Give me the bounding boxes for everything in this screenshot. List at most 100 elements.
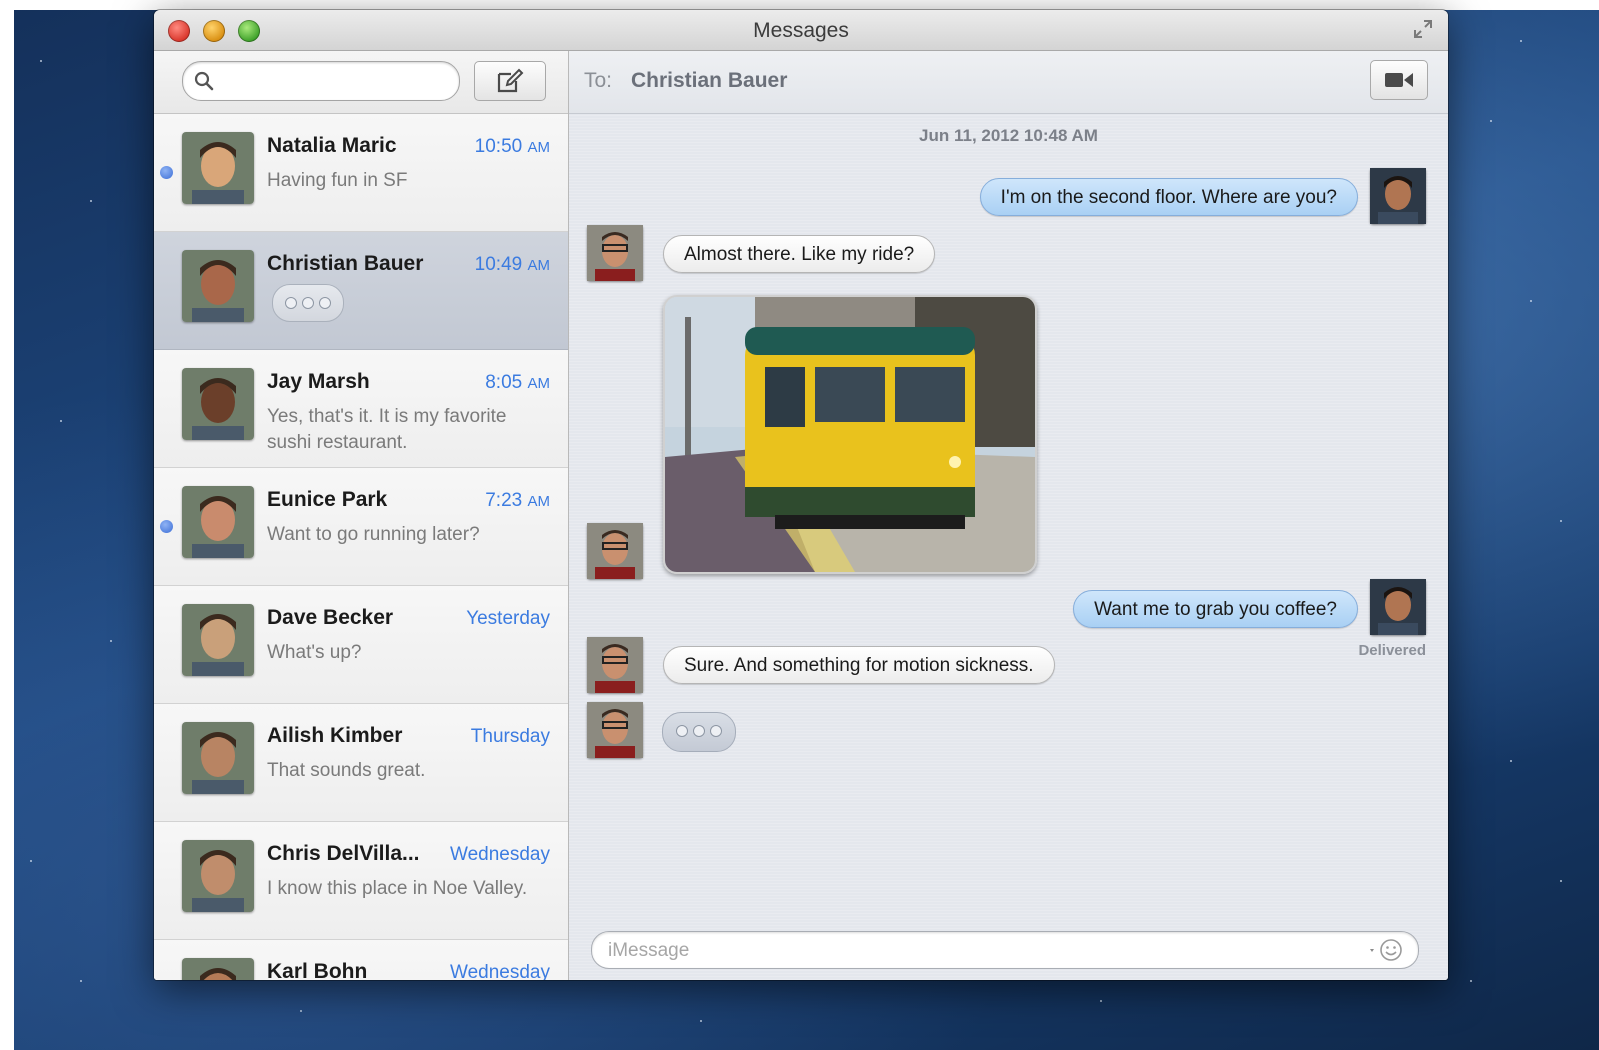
- typing-dot: [319, 297, 331, 309]
- video-call-button[interactable]: [1370, 60, 1428, 100]
- time-value: Thursday: [470, 726, 550, 747]
- new-message-button[interactable]: [474, 61, 546, 101]
- conversation-item[interactable]: Eunice Park 7:23 AM Want to go running lat…: [154, 468, 568, 586]
- messages-window: Messages Natalia Maric10:50 AMHaving f: [154, 10, 1448, 980]
- contact-avatar: [587, 225, 643, 283]
- photo-message-streetcar[interactable]: [663, 295, 1037, 574]
- conversation-sidebar: Natalia Maric 10:50 AM Having fun in SF Chr…: [154, 51, 569, 980]
- contact-avatar: [182, 486, 254, 558]
- conversation-preview: What's up?: [267, 642, 362, 663]
- wallpaper-star: [1100, 1000, 1102, 1002]
- unread-indicator: [160, 166, 173, 179]
- contact-avatar: [182, 368, 254, 440]
- wallpaper-star: [1530, 300, 1532, 302]
- wallpaper-star: [1560, 520, 1562, 522]
- title-bar[interactable]: Messages: [154, 10, 1448, 51]
- contact-avatar: [182, 840, 254, 912]
- time-ampm: AM: [527, 139, 551, 156]
- outgoing-message-bubble[interactable]: I'm on the second floor. Where are you?: [979, 178, 1358, 216]
- conversation-item[interactable]: Christian Bauer 10:49 AM: [154, 232, 568, 350]
- conversation-name: Chris DelVilla...: [267, 842, 420, 865]
- incoming-message-bubble[interactable]: Almost there. Like my ride?: [663, 235, 936, 273]
- time-value: Yesterday: [466, 608, 550, 629]
- conversation-item[interactable]: Chris DelVilla... Wednesday I know this pl…: [154, 822, 568, 940]
- contact-avatar: [182, 132, 254, 204]
- typing-dot: [710, 725, 722, 737]
- conversation-time: Yesterday: [466, 608, 550, 630]
- conversation-item[interactable]: Jay Marsh 8:05 AM Yes, that's it. It is my…: [154, 350, 568, 468]
- wallpaper-star: [30, 860, 32, 862]
- to-label: To:: [584, 69, 613, 92]
- contact-avatar: [182, 958, 254, 980]
- time-value: Wednesday: [450, 962, 550, 980]
- wallpaper-star: [1510, 760, 1512, 762]
- fullscreen-icon[interactable]: [1412, 18, 1434, 40]
- conversation-name: Natalia Maric: [267, 134, 397, 157]
- conversation-item[interactable]: Ailish Kimber Thursday That sounds great.: [154, 704, 568, 822]
- emoji-icon[interactable]: [1366, 937, 1406, 963]
- contact-avatar: [587, 637, 643, 695]
- wallpaper-star: [1560, 880, 1562, 882]
- typing-dot: [302, 297, 314, 309]
- typing-indicator: [662, 712, 736, 752]
- my-avatar: [1370, 579, 1426, 637]
- message-timestamp: Jun 11, 2012 10:48 AM: [919, 126, 1098, 145]
- time-ampm: AM: [527, 493, 551, 510]
- conversation-item[interactable]: Dave Becker Yesterday What's up?: [154, 586, 568, 704]
- wallpaper-star: [60, 420, 62, 422]
- sidebar-toolbar: [154, 51, 568, 114]
- time-value: 10:50: [474, 136, 523, 157]
- time-ampm: AM: [527, 257, 551, 274]
- conversation-time: Thursday: [471, 726, 550, 748]
- message-input[interactable]: [606, 937, 1350, 965]
- my-avatar: [1370, 168, 1426, 226]
- recipient-field[interactable]: Christian Bauer: [631, 69, 787, 93]
- unread-indicator: [160, 520, 173, 533]
- conversation-preview: I know this place in Noe Valley.: [267, 878, 528, 899]
- time-value: 8:05: [485, 372, 523, 393]
- conversation-item[interactable]: Karl Bohn Wednesday: [154, 940, 568, 980]
- wallpaper-star: [1490, 120, 1492, 122]
- contact-avatar: [182, 250, 254, 322]
- incoming-message-bubble[interactable]: Sure. And something for motion sickness.: [663, 646, 1055, 684]
- delivered-status: Delivered: [1358, 642, 1426, 659]
- conversation-preview: Yes, that's it. It is my favorite sushi …: [267, 406, 507, 453]
- wallpaper-star: [1520, 40, 1522, 42]
- conversation-list: Natalia Maric 10:50 AM Having fun in SF Chr…: [154, 114, 568, 980]
- chat-header: To: Christian Bauer: [569, 51, 1448, 114]
- message-compose-field[interactable]: [591, 931, 1419, 969]
- search-input[interactable]: [219, 68, 453, 96]
- contact-avatar: [587, 702, 643, 760]
- time-value: 10:49: [474, 254, 523, 275]
- conversation-name: Eunice Park: [267, 488, 388, 511]
- wallpaper-star: [90, 200, 92, 202]
- conversation-item[interactable]: Natalia Maric 10:50 AM Having fun in SF: [154, 114, 568, 232]
- search-field[interactable]: [182, 61, 460, 101]
- time-ampm: AM: [527, 375, 551, 392]
- time-value: 7:23: [485, 490, 523, 511]
- outgoing-message-bubble[interactable]: Want me to grab you coffee?: [1073, 590, 1358, 628]
- desktop-frame: [0, 0, 1599, 10]
- conversation-name: Jay Marsh: [267, 370, 370, 393]
- chat-pane: To: Christian Bauer Jun 11, 2012 10:48 A…: [569, 51, 1448, 980]
- conversation-time: Wednesday: [450, 962, 550, 980]
- wallpaper-star: [300, 1010, 302, 1012]
- wallpaper-star: [80, 980, 82, 982]
- typing-dot: [693, 725, 705, 737]
- conversation-time: 7:23 AM: [485, 490, 550, 512]
- compose-icon: [497, 68, 524, 93]
- desktop-frame: [0, 0, 14, 1050]
- typing-indicator: [272, 284, 344, 322]
- contact-avatar: [182, 722, 254, 794]
- conversation-preview: Want to go running later?: [267, 524, 480, 545]
- contact-avatar: [587, 523, 643, 581]
- contact-avatar: [182, 604, 254, 676]
- wallpaper-star: [40, 60, 42, 62]
- video-camera-icon: [1385, 73, 1413, 87]
- typing-dot: [285, 297, 297, 309]
- wallpaper-star: [110, 640, 112, 642]
- conversation-time: 8:05 AM: [485, 372, 550, 394]
- search-icon: [194, 71, 214, 91]
- conversation-name: Ailish Kimber: [267, 724, 403, 747]
- conversation-preview: That sounds great.: [267, 760, 426, 781]
